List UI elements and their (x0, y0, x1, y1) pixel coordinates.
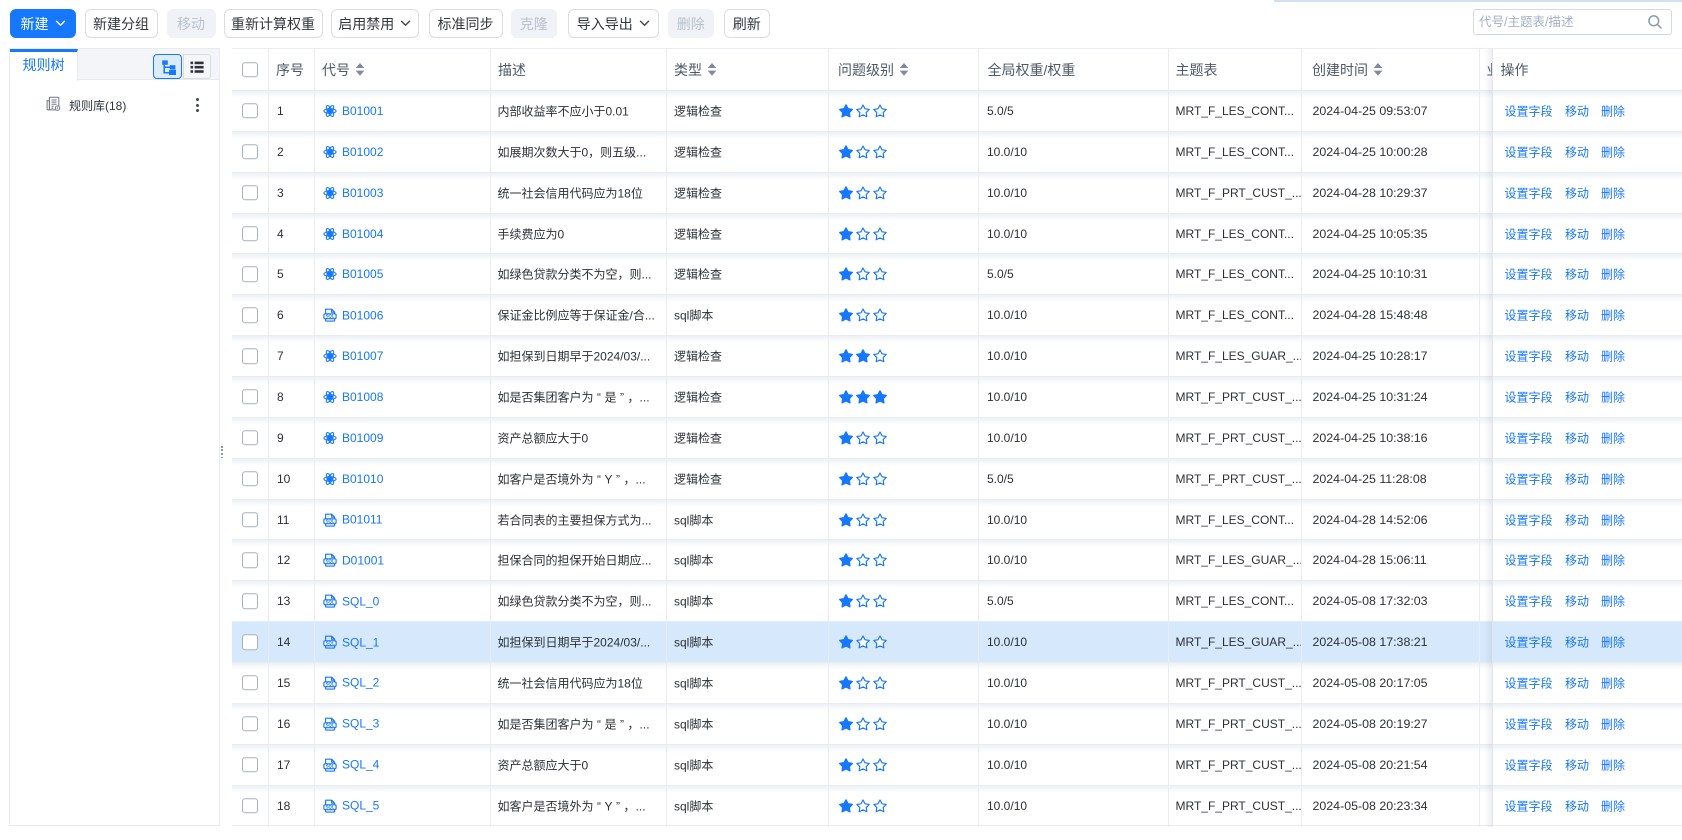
svg-text:SQL: SQL (326, 600, 335, 605)
svg-text:SQL: SQL (326, 723, 335, 728)
svg-text:SQL: SQL (326, 559, 335, 564)
svg-text:SQL: SQL (326, 763, 335, 768)
svg-text:SQL: SQL (326, 804, 335, 809)
svg-text:SQL: SQL (326, 314, 335, 319)
svg-text:SQL: SQL (326, 682, 335, 687)
svg-text:SQL: SQL (326, 518, 335, 523)
svg-text:SQL: SQL (326, 641, 335, 646)
